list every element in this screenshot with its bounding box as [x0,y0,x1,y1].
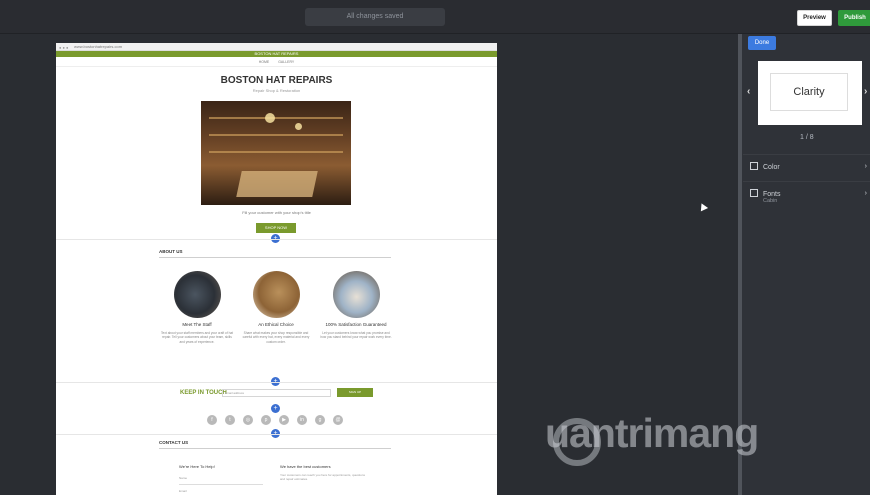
social-instagram-icon[interactable]: ◎ [243,415,253,425]
contact-line [159,448,391,449]
social-facebook-icon[interactable]: f [207,415,217,425]
social-youtube-icon[interactable]: ▶ [279,415,289,425]
social-linkedin-icon[interactable]: in [297,415,307,425]
sign-up-button[interactable]: SIGN UP [337,388,373,397]
site-nav: HOME GALLERY [56,57,497,67]
shop-now-button[interactable]: SHOP NOW [256,223,296,233]
browser-bar: ● ● ● www.bostonhatrepairs.com [56,43,497,51]
about-heading: ABOUT US [159,249,183,254]
shelf-2 [209,134,343,136]
chevron-right-icon: › [864,163,867,170]
about-col-2-title: An Ethical Choice [258,322,294,327]
theme-preview-card[interactable]: Clarity [758,61,862,125]
workbench-shape [236,171,318,197]
fonts-value: Cabin [763,198,778,204]
about-line [159,257,391,258]
nav-item-gallery[interactable]: GALLERY [278,60,294,64]
contact-left-title: We're Here To Help! [179,464,215,469]
theme-name: Clarity [770,73,848,111]
color-label: Color [763,164,780,171]
contact-name-label: Name [179,476,188,480]
watermark-text: uantrimang [545,410,759,456]
keep-in-touch-heading: KEEP IN TOUCH [180,390,227,396]
social-google-icon[interactable]: g [315,415,325,425]
ethical-image [253,271,300,318]
color-setting-row[interactable]: Color › [743,154,870,182]
site-subtitle: Repair Shop & Restoration [252,88,301,93]
top-toolbar: All changes saved Preview Publish [0,0,870,34]
done-button[interactable]: Done [748,36,776,50]
chevron-right-icon: › [864,190,867,197]
site-title: BOSTON HAT REPAIRS [220,75,333,86]
contact-email-label: Email [179,489,187,493]
satisfaction-image [333,271,380,318]
contact-name-field[interactable] [179,484,263,485]
social-email-icon[interactable]: @ [333,415,343,425]
preview-button[interactable]: Preview [797,10,832,26]
social-pinterest-icon[interactable]: p [261,415,271,425]
contact-right-text: Your customers can reach you here for ap… [280,473,365,481]
lamp-1 [265,113,275,123]
next-theme-icon[interactable]: › [864,86,867,97]
social-twitter-icon[interactable]: t [225,415,235,425]
lamp-2 [295,123,302,130]
browser-dots-icon: ● ● ● [59,45,69,50]
theme-counter: 1 / 8 [800,134,814,141]
browser-url: www.bostonhatrepairs.com [74,44,123,49]
hero-caption: Fill your customer with your shop’s titl… [242,210,311,215]
about-col-1-title: Meet The Staff [182,322,212,327]
contact-heading: CONTACT US [159,440,189,445]
color-palette-icon [750,162,758,170]
about-col-3-text: Let your customers know what you promise… [320,331,392,340]
site-preview-canvas[interactable]: ● ● ● www.bostonhatrepairs.com BOSTON HA… [56,43,497,495]
section-divider [56,434,497,435]
shelf-3 [209,151,343,153]
previous-theme-icon[interactable]: ‹ [747,86,750,97]
about-col-1-text: Text about your staff members and your c… [160,331,234,344]
shelf-1 [209,117,343,119]
fonts-setting-row[interactable]: Fonts Cabin › [743,181,870,209]
about-col-3-title: 100% Satisfaction Guaranteed [325,322,387,327]
font-icon [750,189,758,197]
contact-right-title: We have the best customers [280,464,331,469]
section-divider [56,382,497,383]
newsletter-email-input[interactable]: Email address [222,389,331,397]
hero-image [201,101,351,205]
nav-item-home[interactable]: HOME [259,60,270,64]
add-section-icon[interactable]: + [271,404,280,413]
staff-image [174,271,221,318]
publish-button[interactable]: Publish [838,10,870,26]
about-col-2-text: Share what makes your shop responsible a… [242,331,310,344]
section-divider [56,239,497,240]
save-status: All changes saved [305,8,445,26]
fonts-label: Fonts [763,191,781,198]
